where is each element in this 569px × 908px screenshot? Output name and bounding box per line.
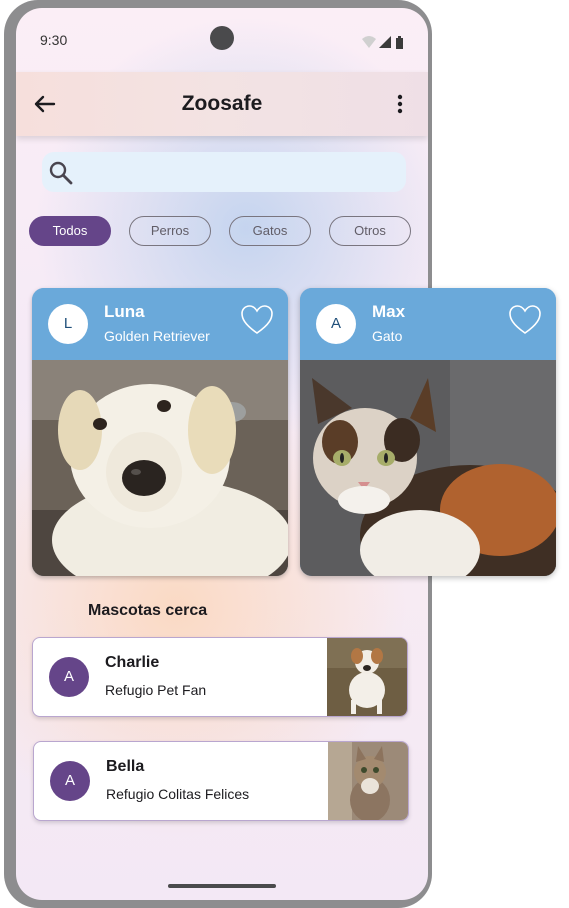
heart-icon[interactable]	[240, 304, 274, 336]
filter-chip-todos[interactable]: Todos	[29, 216, 111, 246]
heart-icon[interactable]	[508, 304, 542, 336]
avatar: L	[48, 304, 88, 344]
avatar: A	[50, 761, 90, 801]
more-vert-icon[interactable]	[386, 88, 414, 120]
shelter-name: Refugio Pet Fan	[105, 682, 207, 698]
pet-card-header: A Max Gato	[300, 288, 556, 360]
cat-photo	[300, 360, 556, 576]
search-icon	[49, 161, 73, 185]
status-icons	[362, 36, 403, 49]
pet-name: Max	[372, 302, 406, 321]
pet-name: Bella	[106, 758, 145, 775]
pet-card-luna[interactable]: L Luna Golden Retriever	[32, 288, 288, 576]
search-input[interactable]	[42, 152, 406, 192]
list-item[interactable]: A Bella Refugio Colitas Felices	[33, 741, 409, 821]
avatar: A	[49, 657, 89, 697]
pet-breed: Golden Retriever	[104, 328, 210, 344]
avatar: A	[316, 304, 356, 344]
status-time: 9:30	[40, 32, 68, 48]
battery-icon	[396, 38, 403, 49]
section-title-nearby: Mascotas cerca	[88, 602, 208, 619]
app-bar: Zoosafe	[16, 72, 428, 136]
pet-card-max[interactable]: A Max Gato	[300, 288, 556, 576]
signal-icon	[379, 36, 391, 48]
camera-cutout	[210, 26, 234, 50]
pet-name: Luna	[104, 302, 145, 321]
list-item[interactable]: A Charlie Refugio Pet Fan	[32, 637, 408, 717]
pet-card-header: L Luna Golden Retriever	[32, 288, 288, 360]
filter-chip-gatos[interactable]: Gatos	[229, 216, 311, 246]
dog-photo	[32, 360, 288, 576]
shelter-name: Refugio Colitas Felices	[106, 786, 250, 802]
home-indicator[interactable]	[168, 884, 276, 888]
filter-chip-otros[interactable]: Otros	[329, 216, 411, 246]
pet-name: Charlie	[105, 654, 160, 671]
page-title: Zoosafe	[181, 92, 263, 115]
dog-thumbnail	[327, 638, 407, 716]
pet-breed: Gato	[372, 328, 403, 344]
cat-thumbnail	[328, 742, 408, 820]
filter-chip-perros[interactable]: Perros	[129, 216, 211, 246]
wifi-icon	[362, 36, 376, 48]
